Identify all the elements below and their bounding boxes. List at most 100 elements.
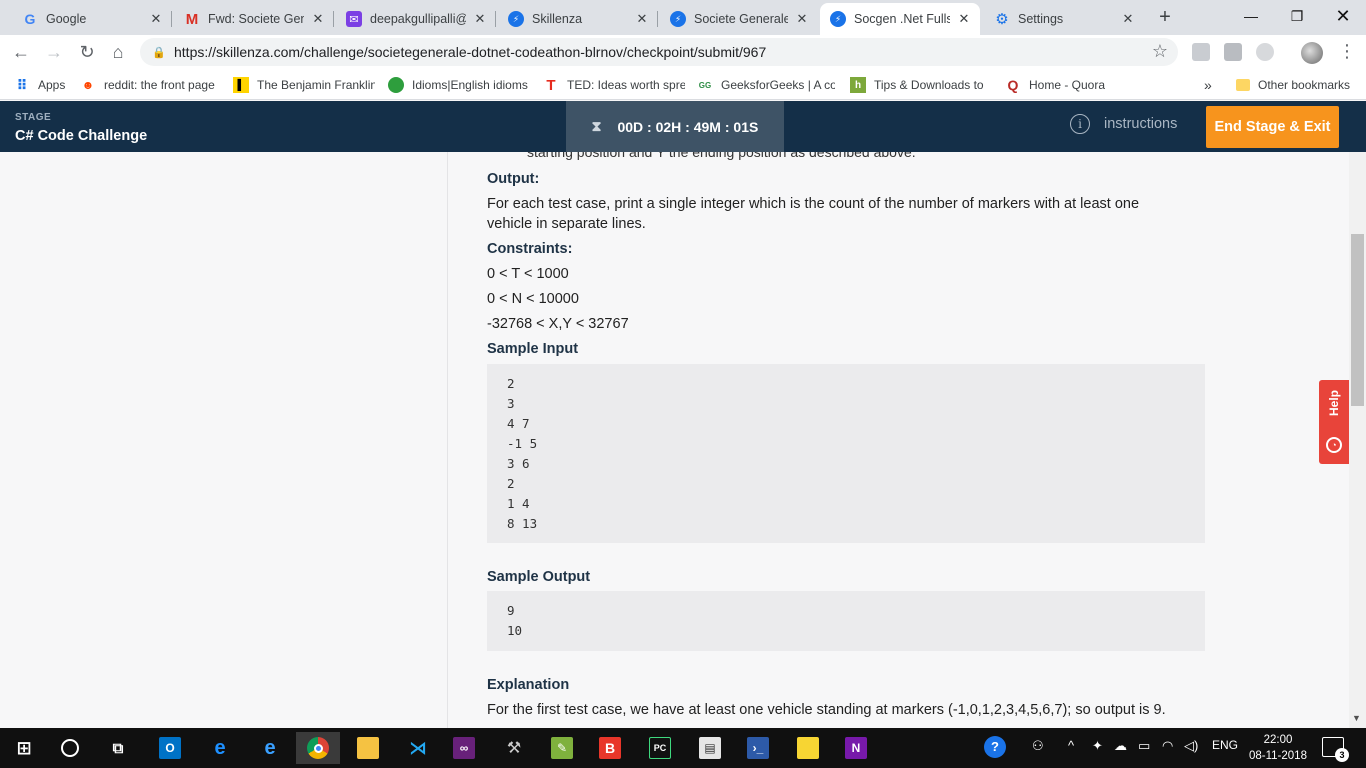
close-icon[interactable]: ✕	[634, 11, 650, 27]
chevron-up-icon[interactable]: ^	[1068, 738, 1074, 753]
people-icon[interactable]: ⚇	[1032, 738, 1044, 754]
help-icon: ◔	[1326, 437, 1342, 454]
taskbar-chrome[interactable]	[296, 732, 340, 764]
taskbar-powershell[interactable]: ›_	[736, 732, 780, 764]
extension-icon[interactable]	[1224, 43, 1242, 61]
taskbar-vscode[interactable]: ⋊	[396, 732, 440, 764]
close-icon[interactable]: ✕	[1120, 11, 1136, 27]
taskbar-onenote[interactable]: N	[834, 732, 878, 764]
tab-settings[interactable]: ⚙ Settings ✕	[984, 3, 1144, 35]
back-button[interactable]: ←	[9, 40, 33, 64]
restore-button[interactable]: ❐	[1274, 0, 1320, 32]
task-view-button[interactable]: ⧉	[96, 732, 140, 764]
taskbar-notepad-plus[interactable]: ✎	[540, 732, 584, 764]
new-tab-button[interactable]: +	[1154, 6, 1176, 28]
action-center-button[interactable]: 3	[1322, 737, 1349, 762]
problem-statement: starting position and Y the ending posit…	[449, 152, 1349, 728]
extension-icon[interactable]	[1256, 43, 1274, 61]
bookmark-quora[interactable]: Q Home - Quora	[1005, 76, 1105, 94]
chrome-menu-icon[interactable]: ⋮	[1338, 41, 1356, 61]
minimize-button[interactable]: —	[1228, 0, 1274, 32]
skillenza-icon: ⚡	[670, 11, 686, 27]
bookmark-benjamin-franklin[interactable]: ▌ The Benjamin Franklin	[233, 76, 375, 94]
code-line: 3 6	[507, 456, 530, 471]
gmail-icon: M	[185, 10, 199, 28]
explanation-heading: Explanation	[487, 677, 570, 693]
windows-logo-icon: ⊞	[16, 737, 32, 758]
wifi-icon[interactable]: ◠	[1162, 738, 1173, 754]
bookmark-tips-downloads[interactable]: h Tips & Downloads to	[850, 76, 984, 94]
clock-date: 08-11-2018	[1249, 750, 1307, 762]
scrollbar-thumb[interactable]	[1351, 234, 1364, 406]
start-button[interactable]: ⊞	[2, 732, 46, 764]
tab-title: Fwd: Societe Gene	[208, 12, 304, 26]
taskbar-sticky-notes[interactable]	[786, 732, 830, 764]
bookmark-ted[interactable]: T TED: Ideas worth spre	[543, 76, 685, 94]
ted-icon: T	[546, 76, 556, 94]
help-tray-icon[interactable]: ?	[984, 736, 1006, 758]
folder-icon	[357, 737, 379, 759]
bookmark-idioms[interactable]: Idioms|English idioms	[388, 76, 528, 94]
end-stage-exit-button[interactable]: End Stage & Exit	[1206, 106, 1339, 148]
system-clock[interactable]: 22:00 08-11-2018	[1244, 732, 1312, 764]
profile-avatar[interactable]	[1301, 42, 1323, 64]
taskbar-edge[interactable]: e	[198, 732, 242, 764]
battery-icon[interactable]: ▭	[1138, 738, 1150, 754]
taskbar-pycharm[interactable]: PC	[638, 732, 682, 764]
tab-email[interactable]: ✉ deepakgullipalli@ ✕	[336, 3, 496, 35]
taskbar-visual-studio[interactable]: ∞	[442, 732, 486, 764]
tab-google[interactable]: G Google ✕	[12, 3, 172, 35]
taskbar-ie[interactable]: e	[248, 732, 292, 764]
instructions-link[interactable]: i instructions	[1070, 114, 1177, 134]
volume-icon[interactable]: ◁)	[1184, 738, 1198, 754]
constraints-heading: Constraints:	[487, 241, 573, 257]
tab-skillenza[interactable]: ⚡ Skillenza ✕	[498, 3, 658, 35]
taskbar-outlook[interactable]: O	[148, 732, 192, 764]
code-line: 2	[507, 476, 515, 491]
bookmark-reddit[interactable]: ☻ reddit: the front page	[80, 76, 215, 94]
powershell-icon: ›_	[747, 737, 769, 759]
apps-grid-icon: ⠿	[16, 76, 28, 93]
taskbar-tools[interactable]: ⚒	[492, 732, 536, 764]
taskbar-brackets[interactable]: B	[588, 732, 632, 764]
code-line: 10	[507, 623, 523, 638]
tips-icon: h	[850, 77, 866, 93]
help-tab[interactable]: Help ◔	[1319, 380, 1349, 464]
close-icon[interactable]: ✕	[310, 11, 326, 27]
search-button[interactable]	[48, 732, 92, 764]
other-bookmarks[interactable]: Other bookmarks	[1236, 76, 1350, 94]
tab-gmail[interactable]: M Fwd: Societe Gene ✕	[174, 3, 334, 35]
scroll-down-arrow-icon[interactable]: ▼	[1352, 713, 1361, 723]
tab-separator	[657, 11, 658, 27]
close-icon[interactable]: ✕	[148, 11, 164, 27]
taskbar-file-explorer[interactable]	[346, 732, 390, 764]
constraint-item: -32768 < X,Y < 32767	[487, 316, 629, 332]
code-line: 3	[507, 396, 515, 411]
address-bar[interactable]: 🔒 https://skillenza.com/challenge/societ…	[140, 38, 1178, 66]
close-window-button[interactable]: ✕	[1320, 0, 1366, 32]
close-icon[interactable]: ✕	[956, 11, 972, 27]
dropbox-icon[interactable]: ✦	[1092, 738, 1103, 754]
forward-button[interactable]: →	[42, 40, 66, 64]
language-indicator[interactable]: ENG	[1212, 738, 1238, 752]
bookmark-apps[interactable]: ⠿ Apps	[14, 76, 66, 94]
bookmarks-overflow-button[interactable]: »	[1204, 76, 1212, 94]
close-icon[interactable]: ✕	[794, 11, 810, 27]
extension-icon[interactable]	[1192, 43, 1210, 61]
home-button[interactable]: ⌂	[106, 40, 130, 64]
franklin-icon: ▌	[233, 77, 249, 93]
bookmark-geeksforgeeks[interactable]: GG GeeksforGeeks | A co	[697, 76, 835, 94]
reload-button[interactable]: ↻	[75, 40, 99, 64]
close-icon[interactable]: ✕	[472, 11, 488, 27]
tab-societe-generale[interactable]: ⚡ Societe Generale C ✕	[660, 3, 818, 35]
tab-title: Societe Generale C	[694, 12, 788, 26]
bookmark-star-icon[interactable]: ☆	[1152, 41, 1168, 62]
windows-taskbar: ⊞ ⧉ O e e ⋊ ∞ ⚒ ✎ B PC ▤ ›_ N ? ⚇ ^ ✦ ☁ …	[0, 728, 1366, 768]
taskbar-documents[interactable]: ▤	[688, 732, 732, 764]
tab-socgen-active[interactable]: ⚡ Socgen .Net Fullst ✕	[820, 3, 980, 35]
tab-separator	[495, 11, 496, 27]
sample-input-heading: Sample Input	[487, 341, 579, 357]
geeksforgeeks-icon: GG	[698, 80, 712, 90]
cloud-icon[interactable]: ☁	[1114, 738, 1127, 754]
url-text: https://skillenza.com/challenge/societeg…	[174, 44, 767, 60]
